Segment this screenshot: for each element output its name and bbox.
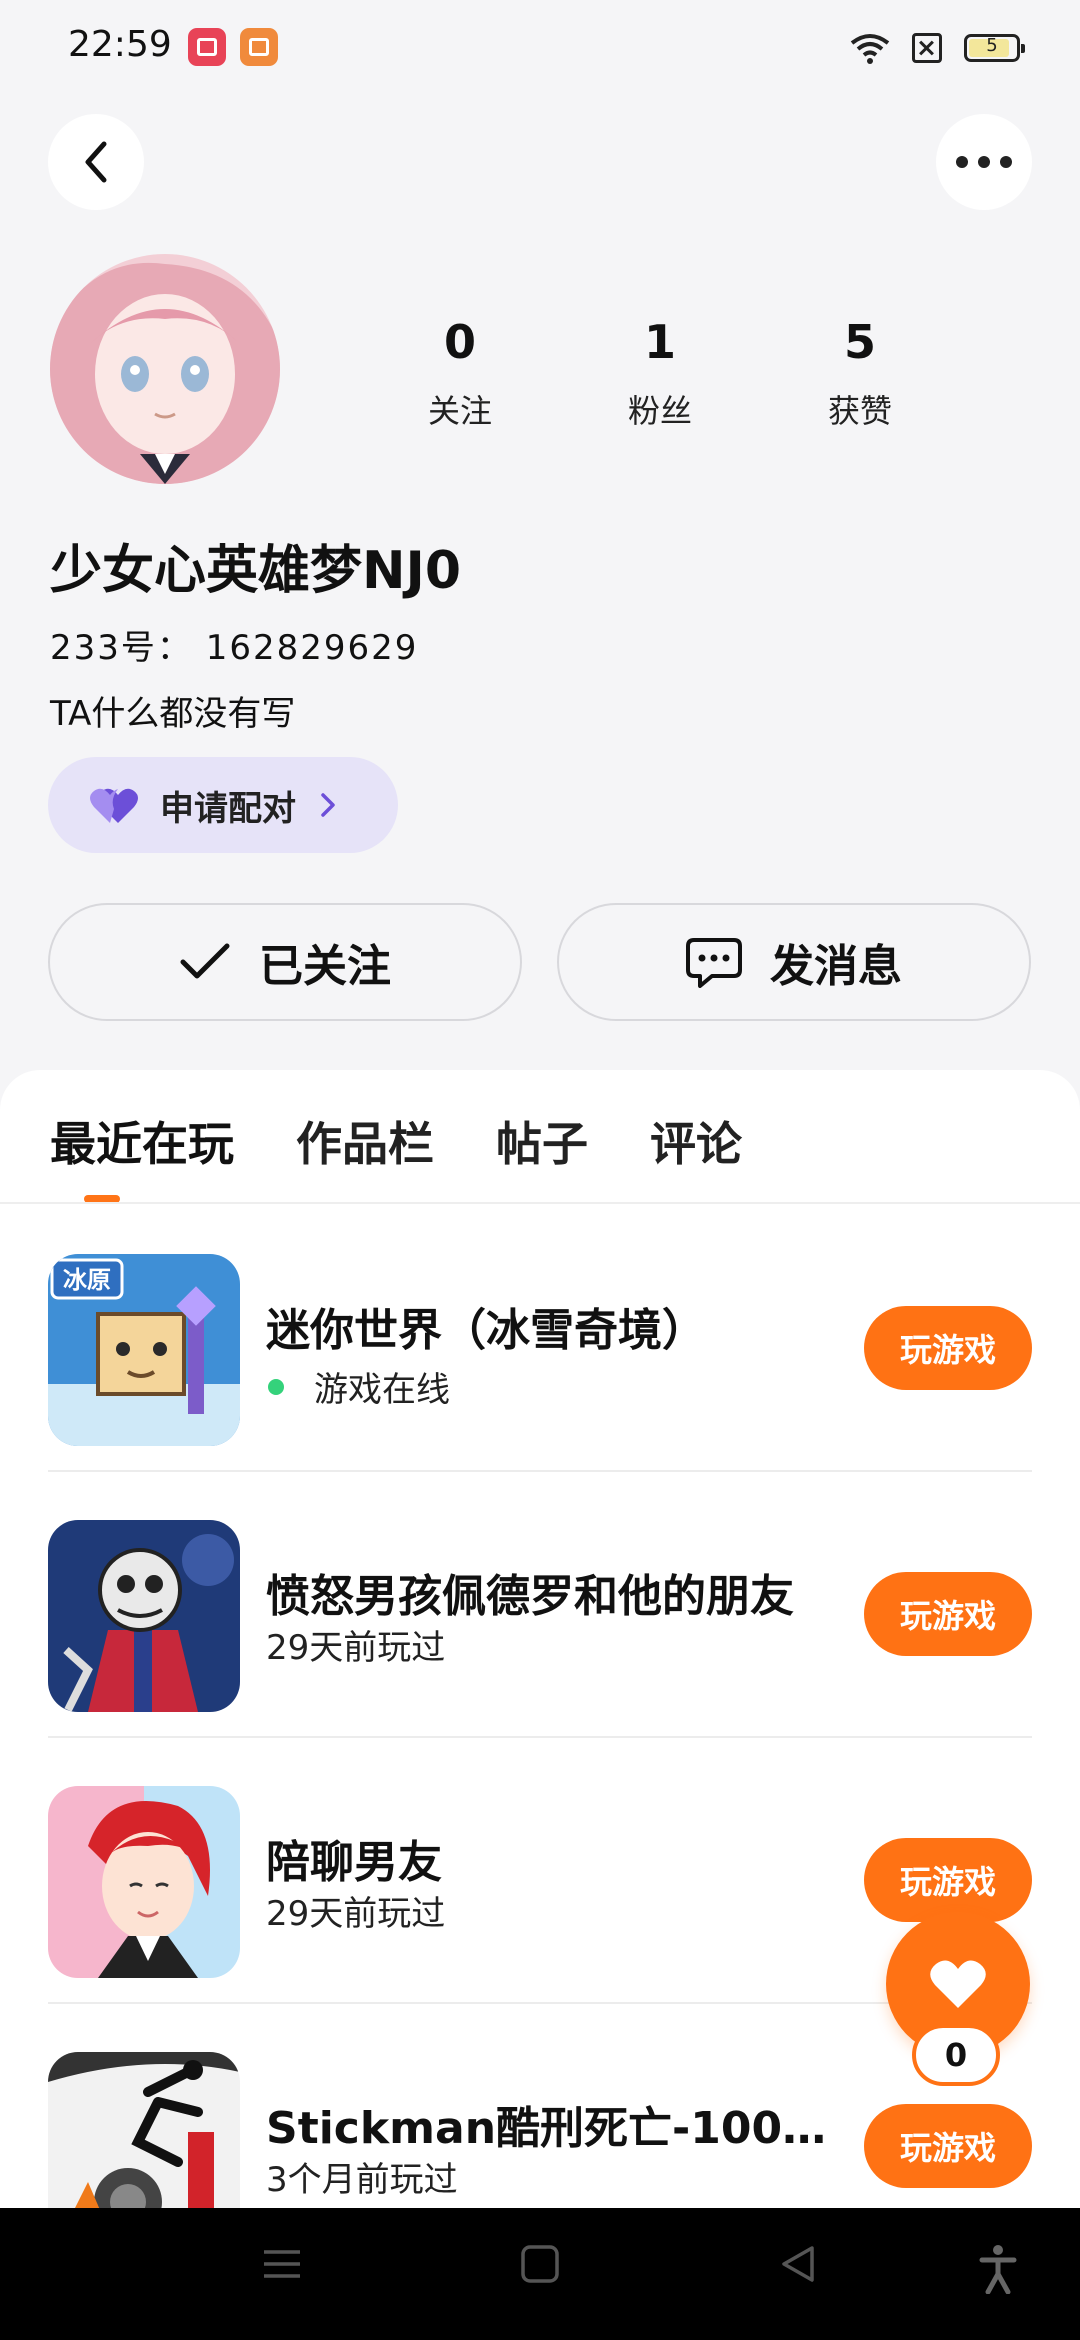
game-row[interactable]: 愤怒男孩佩德罗和他的朋友 29天前玩过 玩游戏 xyxy=(48,1472,1032,1738)
tab-recent-play[interactable]: 最近在玩 xyxy=(50,1108,234,1188)
game-name: 迷你世界（冰雪奇境） xyxy=(266,1305,706,1356)
battery-icon: 5 xyxy=(964,34,1025,62)
no-sim-icon xyxy=(912,33,942,63)
like-count: 0 xyxy=(912,2024,1000,2086)
following-label: 关注 xyxy=(427,392,492,430)
play-game-button[interactable]: 玩游戏 xyxy=(864,2104,1032,2188)
more-dots-icon xyxy=(956,156,1012,168)
tab-posts[interactable]: 帖子 xyxy=(496,1108,588,1188)
game-name: Stickman酷刑死亡-100种… xyxy=(266,2103,856,2154)
tab-comments[interactable]: 评论 xyxy=(650,1108,742,1188)
double-heart-icon xyxy=(90,788,138,823)
game-icon-angry-boy xyxy=(48,1520,240,1712)
chevron-right-icon xyxy=(321,793,335,817)
stat-following[interactable]: 0 关注 xyxy=(360,318,560,432)
tab-divider xyxy=(0,1202,1080,1204)
game-status-text: 29天前玩过 xyxy=(266,1894,446,1934)
menu-icon[interactable] xyxy=(262,2244,302,2284)
stat-likes[interactable]: 5 获赞 xyxy=(760,318,960,432)
status-time: 22:59 xyxy=(68,24,172,65)
game-row[interactable]: 冰原 迷你世界（冰雪奇境） 游戏在线 玩游戏 xyxy=(48,1206,1032,1472)
followed-button[interactable]: 已关注 xyxy=(48,903,522,1021)
game-name: 愤怒男孩佩德罗和他的朋友 xyxy=(266,1571,794,1622)
message-label: 发消息 xyxy=(770,941,902,992)
chat-bubble-icon xyxy=(686,938,742,988)
wifi-icon xyxy=(850,34,890,64)
stat-fans[interactable]: 1 粉丝 xyxy=(560,318,760,432)
reader-icon xyxy=(240,28,278,66)
tab-works[interactable]: 作品栏 xyxy=(296,1108,434,1188)
following-count: 0 xyxy=(443,315,476,369)
game-row[interactable]: 陪聊男友 29天前玩过 玩游戏 xyxy=(48,1738,1032,2004)
tab-bar: 最近在玩 作品栏 帖子 评论 xyxy=(50,1108,804,1188)
avatar-image xyxy=(50,254,280,484)
screen-record-icon xyxy=(188,28,226,66)
avatar[interactable] xyxy=(50,254,280,484)
play-game-button[interactable]: 玩游戏 xyxy=(864,1306,1032,1390)
bio: TA什么都没有写 xyxy=(50,694,296,734)
online-status-dot xyxy=(268,1378,284,1395)
more-button[interactable] xyxy=(936,114,1032,210)
fans-label: 粉丝 xyxy=(627,392,692,430)
battery-level: 5 xyxy=(986,35,998,56)
game-name: 陪聊男友 xyxy=(266,1837,442,1888)
game-status-text: 3个月前玩过 xyxy=(266,2160,458,2200)
user-id: 233号： 162829629 xyxy=(50,628,419,668)
status-bar: 22:59 5 xyxy=(0,0,1080,96)
game-icon-chat-boyfriend xyxy=(48,1786,240,1978)
match-request-label: 申请配对 xyxy=(160,788,296,829)
play-game-button[interactable]: 玩游戏 xyxy=(864,1838,1032,1922)
match-request-button[interactable]: 申请配对 xyxy=(48,757,398,853)
accessibility-icon[interactable] xyxy=(978,2244,1018,2294)
fans-count: 1 xyxy=(643,315,676,369)
heart-icon xyxy=(930,1960,986,2008)
back-button[interactable] xyxy=(48,114,144,210)
likes-label: 获赞 xyxy=(827,392,892,430)
likes-count: 5 xyxy=(843,315,876,369)
game-icon-mini-world: 冰原 xyxy=(48,1254,240,1446)
play-game-button[interactable]: 玩游戏 xyxy=(864,1572,1032,1656)
game-icon-text: 冰原 xyxy=(63,1266,111,1294)
game-status-text: 游戏在线 xyxy=(314,1370,450,1410)
message-button[interactable]: 发消息 xyxy=(557,903,1031,1021)
followed-label: 已关注 xyxy=(259,941,391,992)
nickname: 少女心英雄梦NJ0 xyxy=(50,541,462,601)
game-status: 游戏在线 xyxy=(266,1362,450,1411)
system-navigation-bar xyxy=(0,2208,1080,2340)
check-icon xyxy=(180,943,230,979)
game-status-text: 29天前玩过 xyxy=(266,1628,446,1668)
chevron-left-icon xyxy=(85,141,107,183)
back-nav-icon[interactable] xyxy=(778,2244,818,2284)
home-icon[interactable] xyxy=(520,2244,560,2284)
profile-stats: 0 关注 1 粉丝 5 获赞 xyxy=(360,318,960,432)
